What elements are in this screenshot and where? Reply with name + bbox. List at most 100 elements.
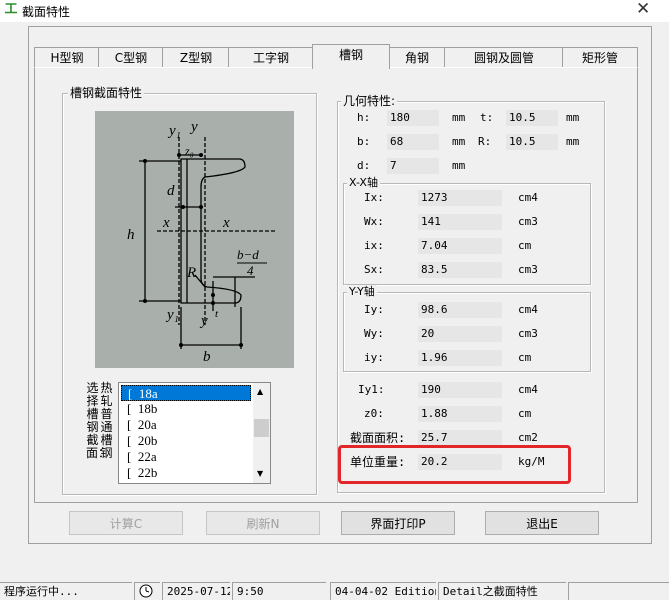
t-value: 10.5	[506, 110, 558, 126]
scroll-thumb[interactable]	[254, 419, 269, 437]
calc-button[interactable]: 计算C	[69, 511, 183, 535]
status-empty	[568, 582, 669, 600]
label-z0: z0:	[364, 407, 384, 420]
tab-z-steel[interactable]: Z型钢	[162, 47, 230, 68]
ix-moment-value: 1273	[418, 190, 502, 206]
scroll-down-icon[interactable]: ▼	[257, 469, 263, 478]
b-value: 68	[387, 134, 439, 150]
h-unit: mm	[452, 111, 466, 124]
status-bar: 程序运行中... 2025-07-12 9:50 04-04-02 Editio…	[0, 580, 669, 600]
selector-label-col2: 热轧普通槽钢	[100, 381, 113, 460]
sx-value: 83.5	[418, 262, 502, 278]
yy-axis-title: Y-Y轴	[347, 285, 377, 299]
label-h-field: h:	[357, 111, 371, 124]
d-value: 7	[387, 158, 439, 174]
label-x-left: x	[162, 215, 170, 231]
refresh-button[interactable]: 刷新N	[206, 511, 320, 535]
label-iy-moment: Iy:	[364, 303, 384, 316]
label-area: 截面面积:	[350, 431, 406, 445]
label-sx: Sx:	[364, 263, 384, 276]
label-d: d	[167, 183, 175, 199]
xx-axis-title: X-X轴	[347, 176, 380, 190]
label-z0: z₀	[184, 144, 194, 158]
close-icon[interactable]: ✕	[636, 0, 650, 19]
iy-radius-value: 1.96	[418, 350, 502, 366]
selector-label-col1: 选择槽钢截面：	[86, 381, 111, 460]
status-state: 程序运行中...	[0, 582, 132, 600]
window-title: 截面特性	[22, 5, 71, 19]
wy-value: 20	[418, 326, 502, 342]
label-y1-bottom: y₁	[165, 307, 179, 323]
label-four: 4	[247, 263, 254, 278]
iy1-unit: cm4	[518, 383, 538, 396]
label-t: t	[215, 308, 219, 320]
weight-highlight	[338, 445, 571, 484]
status-edition: 04-04-02 Edition	[330, 582, 436, 600]
tab-round[interactable]: 圆钢及圆管	[444, 47, 564, 68]
title-bar: 工 截面特性 ✕	[0, 0, 669, 22]
label-wy: Wy:	[364, 327, 384, 340]
label-ix-radius: ix:	[364, 239, 384, 252]
channel-diagram: y₁ y z₀ d h x x R b−d 4 y₁ y t b	[95, 111, 294, 368]
status-module: Detail之截面特性	[438, 582, 566, 600]
t-unit: mm	[566, 111, 580, 124]
wy-unit: cm3	[518, 327, 538, 340]
tab-c-steel[interactable]: C型钢	[98, 47, 164, 68]
list-item[interactable]: [ 20b	[121, 433, 251, 449]
d-unit: mm	[452, 159, 466, 172]
label-iy1: Iy1:	[358, 383, 385, 396]
area-unit: cm2	[518, 431, 538, 444]
ix-moment-unit: cm4	[518, 191, 538, 204]
list-item[interactable]: [ 20a	[121, 417, 251, 433]
list-item[interactable]: [ 22b	[121, 465, 251, 481]
label-b-minus-d: b−d	[237, 247, 259, 262]
area-value: 25.7	[418, 430, 502, 446]
iy1-value: 190	[418, 382, 502, 398]
label-ix-moment: Ix:	[364, 191, 384, 204]
label-wx: Wx:	[364, 215, 384, 228]
steel-listbox[interactable]: [ 18a [ 18b [ 20a [ 20b [ 22a [ 22b ▲ ▼	[118, 382, 271, 484]
print-button[interactable]: 界面打印P	[341, 511, 455, 535]
sx-unit: cm3	[518, 263, 538, 276]
r-unit: mm	[566, 135, 580, 148]
label-t-field: t:	[480, 111, 494, 124]
ix-radius-unit: cm	[518, 239, 532, 252]
iy-moment-value: 98.6	[418, 302, 502, 318]
status-date: 2025-07-12	[162, 582, 230, 600]
label-h: h	[127, 227, 135, 243]
label-y-bottom: y	[199, 313, 208, 329]
list-scrollbar[interactable]: ▲ ▼	[253, 383, 270, 483]
z0-value: 1.88	[418, 406, 502, 422]
z0-unit: cm	[518, 407, 532, 420]
list-item[interactable]: [ 18a	[121, 385, 251, 401]
label-y1-top: y₁	[167, 123, 181, 139]
channel-drawing: y₁ y z₀ d h x x R b−d 4 y₁ y t b	[127, 119, 275, 365]
label-b-field: b:	[357, 135, 371, 148]
label-d-field: d:	[357, 159, 371, 172]
scroll-up-icon[interactable]: ▲	[257, 387, 263, 396]
tab-h-steel[interactable]: H型钢	[34, 47, 100, 68]
tab-channel[interactable]: 槽钢	[312, 44, 390, 69]
label-y-top: y	[189, 119, 198, 135]
list-item[interactable]: [ 18b	[121, 401, 251, 417]
tab-i-beam[interactable]: 工字钢	[228, 47, 314, 68]
app-icon: 工	[4, 2, 18, 17]
clock-icon	[134, 582, 160, 600]
tab-rect-tube[interactable]: 矩形管	[562, 47, 638, 68]
wx-unit: cm3	[518, 215, 538, 228]
ix-radius-value: 7.04	[418, 238, 502, 254]
b-unit: mm	[452, 135, 466, 148]
geometry-title: 几何特性:	[341, 94, 398, 108]
iy-moment-unit: cm4	[518, 303, 538, 316]
label-r: R	[186, 265, 196, 281]
wx-value: 141	[418, 214, 502, 230]
list-item[interactable]: [ 22a	[121, 449, 251, 465]
label-r-field: R:	[478, 135, 492, 148]
r-value: 10.5	[506, 134, 558, 150]
label-iy-radius: iy:	[364, 351, 384, 364]
tab-angle[interactable]: 角钢	[388, 47, 446, 68]
label-b: b	[203, 349, 211, 365]
exit-button[interactable]: 退出E	[485, 511, 599, 535]
section-group-title: 槽钢截面特性	[68, 86, 145, 100]
h-value: 180	[387, 110, 439, 126]
